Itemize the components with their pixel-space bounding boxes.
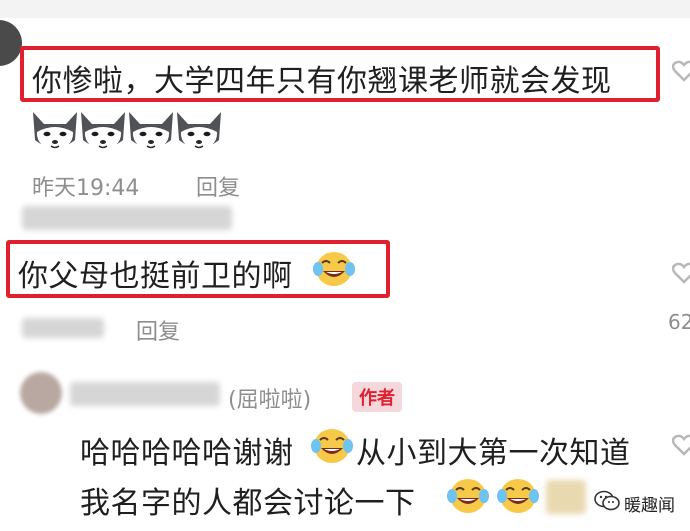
emoji-row xyxy=(30,106,230,156)
avatar[interactable] xyxy=(0,20,22,66)
like-count: 62 xyxy=(668,310,690,334)
reply-button[interactable]: 回复 xyxy=(196,170,240,202)
husky-icon xyxy=(33,112,77,152)
blurred-username xyxy=(22,206,232,230)
laughing-tears-icon xyxy=(312,249,356,289)
heart-icon[interactable] xyxy=(671,434,690,460)
laughing-tears-icon xyxy=(496,476,540,516)
heart-icon[interactable] xyxy=(671,60,690,86)
watermark-text: 暖趣闻 xyxy=(624,495,675,516)
author-badge: 作者 xyxy=(352,382,402,412)
comment-text: 你惨啦，大学四年只有你翘课老师就会发现 xyxy=(32,64,612,99)
laughing-tears-icon xyxy=(446,476,490,516)
top-edge xyxy=(0,0,690,18)
laughing-tears-icon xyxy=(310,426,354,466)
blurred-username xyxy=(70,382,220,406)
heart-icon[interactable] xyxy=(671,262,690,288)
comment-text: 你父母也挺前卫的啊 xyxy=(18,259,293,294)
watermark: 暖趣闻 xyxy=(594,490,675,516)
comment-text: 从小到大第一次知道 xyxy=(356,436,631,471)
wechat-icon xyxy=(594,490,620,516)
blurred-emoji xyxy=(546,480,586,514)
author-tag: (屈啦啦) xyxy=(228,388,312,413)
blurred-time xyxy=(22,318,104,338)
comment-text: 我名字的人都会讨论一下 xyxy=(80,486,416,521)
avatar[interactable] xyxy=(20,372,62,414)
comment-text: 哈哈哈哈哈谢谢 xyxy=(80,436,294,471)
comment-time: 昨天19:44 xyxy=(32,176,140,201)
reply-button[interactable]: 回复 xyxy=(136,314,180,346)
